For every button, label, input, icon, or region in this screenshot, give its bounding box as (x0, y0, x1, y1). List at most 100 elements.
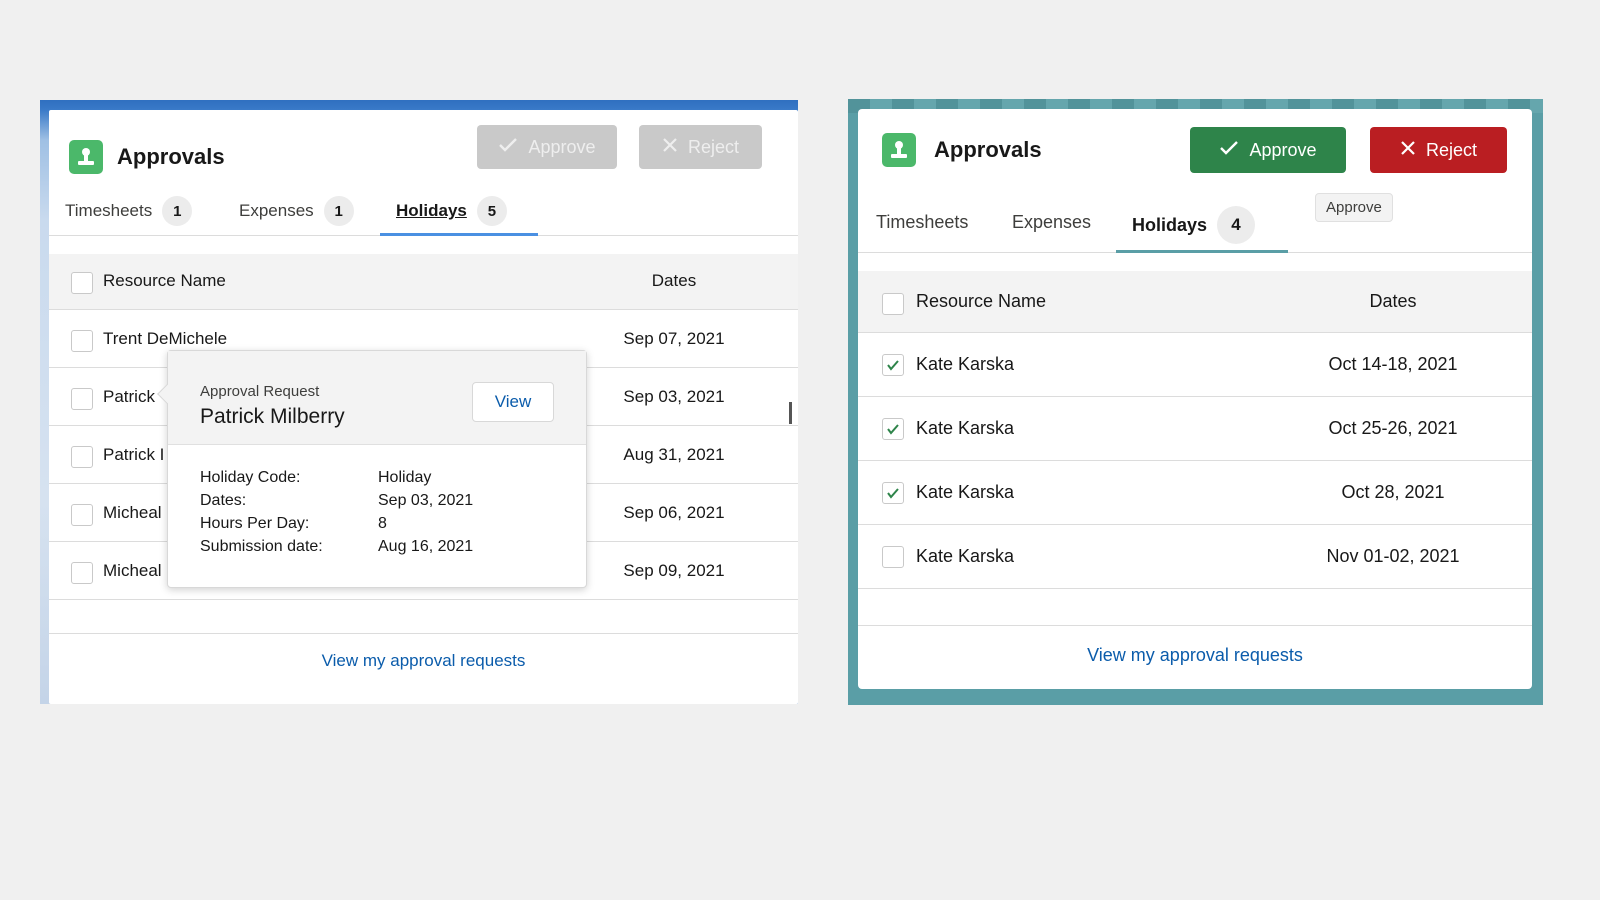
row-date: Oct 14-18, 2021 (1328, 354, 1458, 374)
right-approvals-card: Approvals Approve Reject Timesheets Expe… (858, 109, 1532, 689)
resource-name[interactable]: Micheal (103, 561, 162, 581)
detail-value: Aug 16, 2021 (378, 538, 474, 555)
detail-label: Holiday Code: (200, 469, 301, 486)
checkmark-icon (887, 424, 899, 435)
detail-label: Hours Per Day: (200, 515, 310, 532)
tab-timesheets[interactable]: Timesheets (876, 212, 968, 233)
resource-name[interactable]: Micheal (103, 503, 162, 523)
table-row[interactable]: Kate Karska Nov 01-02, 2021 (858, 525, 1532, 589)
tab-expenses[interactable]: Expenses 1 (239, 196, 354, 226)
resource-name[interactable]: Patrick (103, 387, 155, 407)
table-header: Resource Name Dates (858, 271, 1532, 333)
row-checkbox[interactable] (882, 482, 904, 504)
detail-label: Submission date: (200, 538, 323, 555)
approve-button[interactable]: Approve (477, 125, 617, 169)
row-checkbox[interactable] (71, 446, 93, 468)
tab-label: Holidays (396, 201, 467, 220)
footer-divider (49, 633, 798, 634)
column-header-dates: Dates (1369, 291, 1417, 311)
page-title: Approvals (117, 144, 225, 169)
tab-label: Timesheets (65, 201, 153, 220)
reject-button-label: Reject (687, 136, 740, 157)
left-header: Approvals Approve Reject (49, 110, 798, 188)
approve-tooltip: Approve (1315, 193, 1393, 222)
tab-bar: Timesheets Expenses Holidays 4 (858, 201, 1532, 253)
row-date: Nov 01-02, 2021 (1326, 546, 1460, 566)
row-date: Oct 28, 2021 (1341, 482, 1445, 502)
check-icon (1219, 140, 1239, 161)
row-checkbox[interactable] (71, 562, 93, 584)
select-all-checkbox[interactable] (71, 272, 93, 294)
view-my-approval-requests-link[interactable]: View my approval requests (49, 651, 798, 671)
reject-button[interactable]: Reject (1370, 127, 1507, 173)
detail-value: Holiday (378, 469, 432, 486)
column-header-resource-name: Resource Name (103, 271, 226, 290)
select-all-checkbox[interactable] (882, 293, 904, 315)
left-panel-frame: Approvals Approve Reject Timesheets 1 Ex… (40, 100, 798, 704)
approvals-app-icon (69, 140, 103, 174)
reject-button[interactable]: Reject (639, 125, 762, 169)
row-checkbox[interactable] (882, 418, 904, 440)
right-panel-frame: Approvals Approve Reject Timesheets Expe… (848, 99, 1543, 705)
footer-divider (858, 625, 1532, 626)
row-date: Sep 07, 2021 (623, 329, 725, 348)
row-date: Sep 03, 2021 (623, 387, 725, 406)
count-badge: 5 (476, 196, 507, 226)
resource-name[interactable]: Kate Karska (916, 354, 1014, 375)
checkmark-icon (887, 488, 899, 499)
row-date: Aug 31, 2021 (623, 445, 725, 464)
approve-button-label: Approve (1249, 139, 1317, 160)
resource-name[interactable]: Kate Karska (916, 482, 1014, 503)
tab-timesheets[interactable]: Timesheets 1 (65, 196, 193, 226)
right-header: Approvals Approve Reject (858, 109, 1532, 187)
detail-label: Dates: (200, 492, 247, 509)
popover-details: Holiday Code: Holiday Dates: Sep 03, 202… (200, 469, 538, 556)
tab-holidays[interactable]: Holidays 5 (396, 196, 507, 226)
column-header-dates: Dates (651, 271, 697, 290)
resource-name[interactable]: Trent DeMichele (103, 329, 227, 349)
check-icon (498, 137, 518, 158)
resource-name[interactable]: Kate Karska (916, 546, 1014, 567)
table-row[interactable]: Kate Karska Oct 28, 2021 (858, 461, 1532, 525)
approve-button[interactable]: Approve (1190, 127, 1346, 173)
view-button[interactable]: View (472, 382, 554, 422)
row-date: Sep 06, 2021 (623, 503, 725, 522)
tab-label: Holidays (1132, 214, 1208, 235)
popover-resource-name: Patrick Milberry (200, 405, 345, 428)
count-badge: 4 (1217, 206, 1256, 244)
table-header: Resource Name Dates (49, 254, 798, 310)
tab-label: Expenses (1012, 212, 1092, 232)
active-tab-indicator (1116, 250, 1288, 253)
resource-name[interactable]: Kate Karska (916, 418, 1014, 439)
reject-button-label: Reject (1425, 139, 1478, 160)
tab-label: Expenses (239, 201, 314, 220)
tab-holidays[interactable]: Holidays 4 (1132, 206, 1256, 244)
resource-name[interactable]: Patrick I (103, 445, 164, 465)
column-header-resource-name: Resource Name (916, 291, 1047, 311)
checkmark-icon (887, 360, 899, 371)
approval-request-popover: Approval Request Patrick Milberry View H… (157, 350, 587, 588)
row-date: Oct 25-26, 2021 (1328, 418, 1458, 438)
row-checkbox[interactable] (71, 388, 93, 410)
row-checkbox[interactable] (71, 330, 93, 352)
close-icon (662, 137, 678, 158)
approvals-app-icon (882, 133, 916, 167)
row-checkbox[interactable] (882, 354, 904, 376)
count-badge: 1 (323, 196, 354, 226)
popover-label: Approval Request (200, 383, 320, 400)
popover-header: Approval Request Patrick Milberry View (168, 351, 586, 445)
tab-label: Timesheets (876, 212, 969, 232)
row-checkbox[interactable] (882, 546, 904, 568)
approve-button-label: Approve (528, 136, 596, 157)
row-date: Sep 09, 2021 (623, 561, 725, 580)
table-row[interactable]: Kate Karska Oct 25-26, 2021 (858, 397, 1532, 461)
table-row[interactable]: Kate Karska Oct 14-18, 2021 (858, 333, 1532, 397)
row-checkbox[interactable] (71, 504, 93, 526)
left-approvals-card: Approvals Approve Reject Timesheets 1 Ex… (49, 110, 798, 704)
scrollbar-thumb[interactable] (789, 402, 792, 424)
view-my-approval-requests-link[interactable]: View my approval requests (858, 645, 1532, 666)
tab-expenses[interactable]: Expenses (1012, 212, 1091, 233)
detail-value: 8 (378, 515, 387, 532)
count-badge: 1 (162, 196, 193, 226)
close-icon (1400, 140, 1416, 161)
